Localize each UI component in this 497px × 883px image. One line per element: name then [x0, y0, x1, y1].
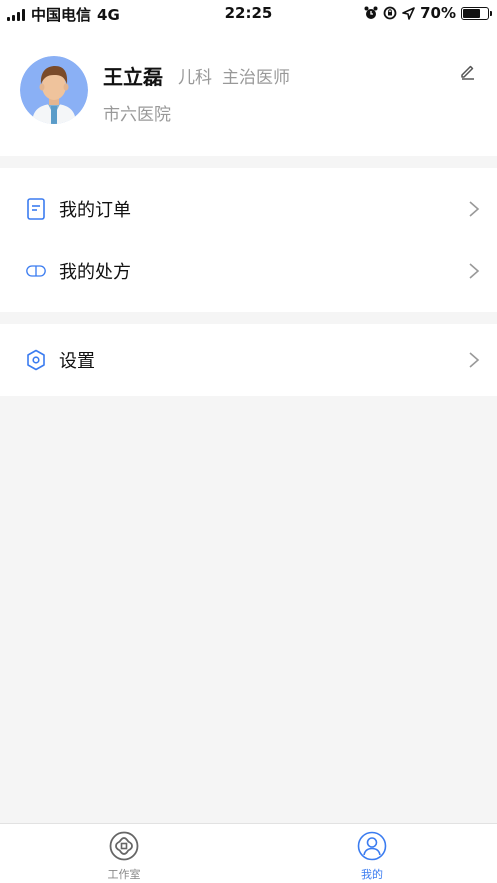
tab-studio[interactable]: 工作室 — [0, 824, 248, 883]
menu-group-settings: 设置 — [0, 324, 497, 396]
tab-label-mine: 我的 — [361, 868, 383, 881]
doctor-hospital: 市六医院 — [103, 105, 171, 125]
location-arrow-icon — [402, 6, 415, 20]
profile-card[interactable]: 王立磊 儿科 主治医师 市六医院 — [0, 26, 497, 156]
doctor-avatar-icon[interactable] — [20, 56, 88, 124]
rotation-lock-icon — [383, 6, 397, 20]
battery-icon — [461, 6, 492, 20]
chevron-right-icon — [469, 263, 480, 279]
chevron-right-icon — [469, 352, 480, 368]
pencil-icon[interactable] — [459, 62, 477, 80]
alarm-icon — [364, 6, 378, 19]
menu-label-my-prescriptions: 我的处方 — [59, 262, 131, 283]
tab-mine[interactable]: 我的 — [248, 824, 496, 883]
chevron-right-icon — [469, 201, 480, 217]
menu-label-my-orders: 我的订单 — [59, 200, 131, 221]
hexagon-settings-icon — [26, 349, 46, 371]
studio-icon — [109, 831, 139, 861]
status-right: 70% — [364, 4, 492, 22]
doctor-name: 王立磊 — [103, 65, 163, 89]
menu-label-settings: 设置 — [59, 351, 95, 372]
menu-item-my-orders[interactable]: 我的订单 — [0, 178, 497, 240]
status-bar: 中国电信 4G 22:25 70% — [0, 0, 497, 26]
menu-item-my-prescriptions[interactable]: 我的处方 — [0, 240, 497, 302]
doctor-department: 儿科 — [178, 68, 212, 88]
battery-fill — [463, 8, 480, 18]
menu-group-orders: 我的订单 我的处方 — [0, 168, 497, 312]
tab-label-studio: 工作室 — [107, 868, 141, 881]
tab-bar: 工作室 我的 — [0, 823, 497, 883]
user-circle-icon — [357, 831, 387, 861]
order-doc-icon — [26, 198, 46, 220]
menu-item-settings[interactable]: 设置 — [0, 329, 497, 391]
battery-percent: 70% — [420, 4, 456, 22]
pill-capsule-icon — [26, 261, 46, 281]
doctor-title: 主治医师 — [222, 68, 290, 88]
